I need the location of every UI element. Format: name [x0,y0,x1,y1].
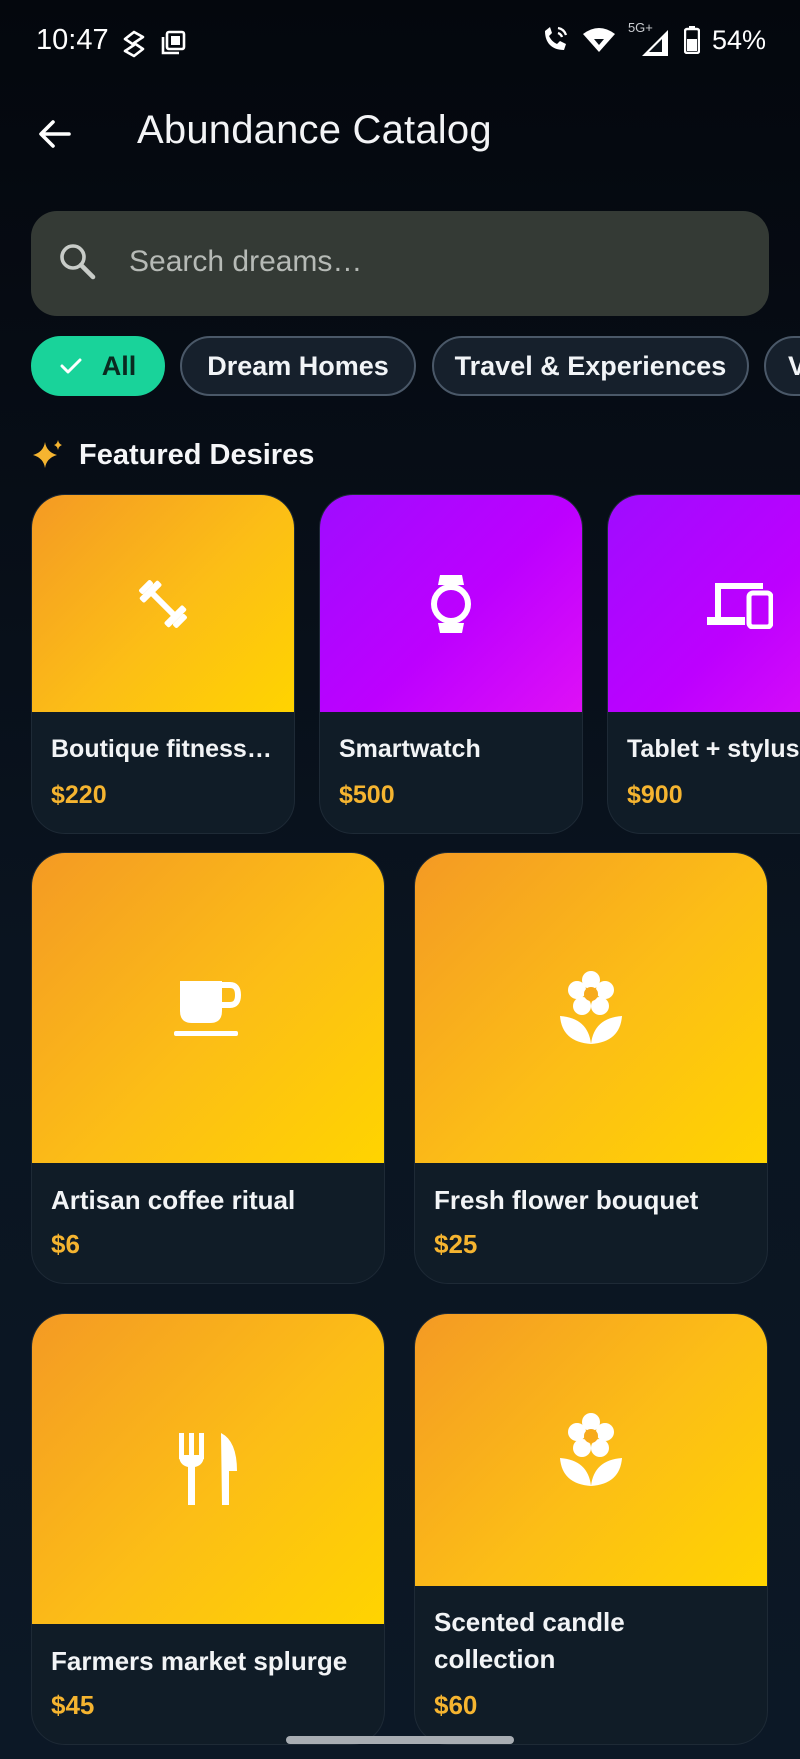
featured-card[interactable]: Smartwatch $500 [319,494,583,834]
featured-card[interactable]: Tablet + stylus $900 [607,494,800,834]
devices-icon [707,582,773,629]
flower-icon [560,971,622,1044]
restaurant-icon [179,1433,237,1505]
check-icon [60,358,82,374]
filter-chip-label: Dream Homes [207,350,389,381]
card-image [415,853,767,1163]
arrow-back-icon [39,120,71,148]
section-title: Featured Desires [79,438,315,471]
sparkle-icon [33,440,62,468]
filter-chip-label: Travel & Experiences [454,350,727,381]
page-title: Abundance Catalog [137,108,492,152]
filter-chip-label: All [101,350,137,381]
search-input[interactable]: Search dreams… [129,245,362,279]
card-price: $25 [434,1229,478,1259]
wifi-icon [582,28,615,52]
battery-percentage: 54% [711,24,766,55]
card-price: $60 [434,1690,478,1720]
card-price: $45 [51,1690,95,1720]
filter-chip-dream-homes[interactable]: Dream Homes [180,336,416,396]
card-title: Fresh flower bouquet [434,1185,699,1215]
search-icon [60,244,96,280]
card-price: $900 [627,781,683,809]
battery-icon [683,26,700,54]
card-title: Tablet + stylus [627,735,800,763]
status-bar: 10:47 5G+ 54% [0,0,800,90]
back-button[interactable] [28,108,80,160]
catalog-card[interactable]: Fresh flower bouquet $25 [414,852,768,1284]
card-image [32,1314,384,1624]
search-bar[interactable]: Search dreams… [31,211,769,316]
flower-icon [560,1413,622,1486]
copy-notification-icon [161,30,186,55]
card-title: Smartwatch [339,735,481,763]
card-image [32,853,384,1163]
wifi-calling-icon [544,26,568,50]
filter-chip-travel[interactable]: Travel & Experiences [432,336,749,396]
card-title: Farmers market splurge [51,1646,348,1676]
card-title: Boutique fitness… [51,735,272,763]
filter-chip-label: V [788,350,800,381]
catalog-card[interactable]: Artisan coffee ritual $6 [31,852,385,1284]
home-indicator[interactable] [286,1736,514,1744]
dumbbell-icon [139,579,187,628]
status-time: 10:47 [36,24,109,56]
card-image [415,1314,767,1586]
filter-chip-more[interactable]: V [764,336,800,396]
app-bar: Abundance Catalog [0,92,800,176]
card-price: $500 [339,781,395,809]
card-price: $6 [51,1229,80,1259]
card-title: Scented candle collection [434,1607,625,1674]
featured-card[interactable]: Boutique fitness… $220 [31,494,295,834]
catalog-card[interactable]: Farmers market splurge $45 [31,1313,385,1745]
filter-chip-all[interactable]: All [31,336,165,396]
filter-chips: All Dream Homes Travel & Experiences V [31,336,800,400]
featured-carousel[interactable]: Boutique fitness… $220 Smartwatch $500 T… [0,494,800,836]
cellular-signal: 5G+ [628,20,672,56]
featured-section-header: Featured Desires [31,438,314,472]
card-title: Artisan coffee ritual [51,1185,296,1215]
card-price: $220 [51,781,107,809]
coffee-cup-icon [174,981,242,1036]
card-image [32,495,294,712]
card-image [608,495,800,712]
catalog-card[interactable]: Scented candle collection $60 [414,1313,768,1745]
signal-icon [641,30,668,56]
card-image [320,495,582,712]
watch-icon [431,574,471,633]
app-notification-icon [123,30,145,58]
